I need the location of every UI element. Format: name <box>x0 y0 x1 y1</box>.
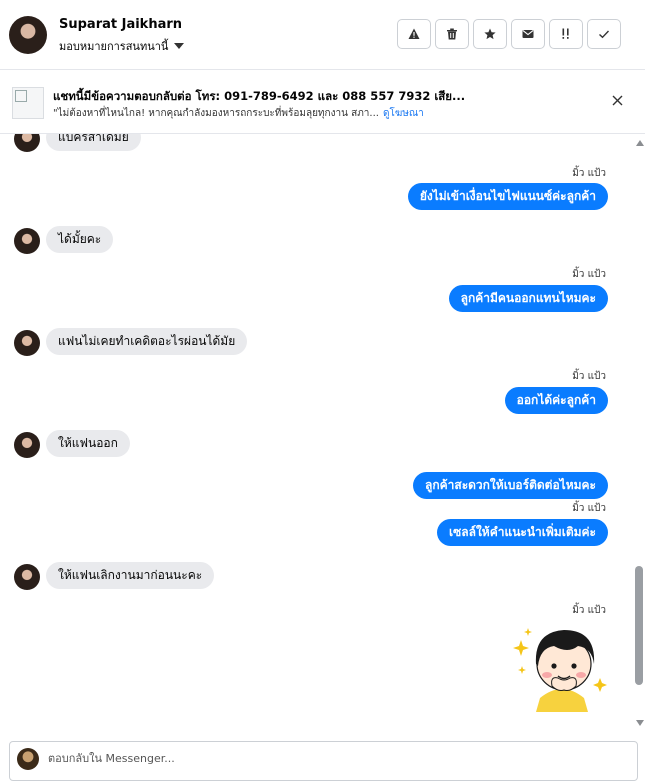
mark-unread-button[interactable] <box>511 19 545 49</box>
ad-context-banner: แชทนี้มีข้อความตอบกลับต่อ โทร: 091-789-6… <box>0 71 645 134</box>
contact-avatar[interactable] <box>9 16 47 54</box>
page-avatar <box>17 748 39 770</box>
sticker-girl-image[interactable] <box>512 620 608 712</box>
conversation-header: Suparat Jaikharn มอบหมายการสนทนานี้ <box>0 0 645 70</box>
conversation-actions <box>397 19 621 49</box>
outgoing-message[interactable]: ยังไม่เข้าเงื่อนไขไฟแนนซ์ค่ะลูกค้า <box>407 183 608 210</box>
reply-composer[interactable] <box>9 741 638 781</box>
follow-up-button[interactable] <box>549 19 583 49</box>
seen-by-label: มิ้ว แป้ว <box>572 371 606 382</box>
scroll-down-arrow-icon[interactable] <box>636 720 644 726</box>
star-icon <box>484 28 496 40</box>
ad-thumbnail[interactable] <box>12 87 44 119</box>
delete-button[interactable] <box>435 19 469 49</box>
ad-subtitle: "ไม่ต้องหาที่ไหนไกล! หากคุณกำลังมองหารถก… <box>53 106 424 121</box>
contact-avatar-small <box>14 564 40 590</box>
mark-spam-button[interactable] <box>397 19 431 49</box>
incoming-message[interactable]: ได้มั้ยคะ <box>46 226 114 253</box>
outgoing-message[interactable]: ลูกค้าสะดวกให้เบอร์ติดต่อไหมคะ <box>412 472 608 499</box>
close-icon[interactable] <box>611 94 624 107</box>
seen-by-label: มิ้ว แป้ว <box>572 503 606 514</box>
reply-input[interactable] <box>48 752 608 765</box>
contact-avatar-small <box>14 330 40 356</box>
contact-avatar-small <box>14 432 40 458</box>
outgoing-message[interactable]: เซลล์ให้คำแนะนำเพิ่มเติมค่ะ <box>436 519 608 546</box>
trash-icon <box>447 28 457 40</box>
assign-conversation-dropdown[interactable]: มอบหมายการสนทนานี้ <box>59 37 185 55</box>
outgoing-message[interactable]: ลูกค้ามีคนออกแทนไหมคะ <box>448 285 608 312</box>
incoming-message[interactable]: ให้แฟนออก <box>46 430 130 457</box>
incoming-message[interactable]: ให้แฟนเลิกงานมาก่อนนะคะ <box>46 562 215 589</box>
contact-avatar-small <box>14 228 40 254</box>
contact-avatar-small <box>14 134 40 152</box>
seen-by-label: มิ้ว แป้ว <box>572 269 606 280</box>
mail-icon <box>522 30 534 38</box>
view-ad-link[interactable]: ดูโฆษณา <box>383 108 424 119</box>
contact-name[interactable]: Suparat Jaikharn <box>59 17 182 32</box>
seen-by-label: มิ้ว แป้ว <box>572 605 606 616</box>
incoming-message[interactable]: แบครสาเดมย <box>46 134 141 151</box>
scrollbar-thumb[interactable] <box>635 566 643 685</box>
check-icon <box>599 30 610 39</box>
incoming-message[interactable]: แฟนไม่เคยทำเคดิตอะไรผ่อนได้มัย <box>46 328 248 355</box>
ad-subtitle-text: "ไม่ต้องหาที่ไหนไกล! หากคุณกำลังมองหารถก… <box>53 108 379 119</box>
follow-up-icon <box>562 28 569 39</box>
star-button[interactable] <box>473 19 507 49</box>
warning-icon <box>408 28 420 39</box>
mark-done-button[interactable] <box>587 19 621 49</box>
outgoing-message[interactable]: ออกได้ค่ะลูกค้า <box>504 387 608 414</box>
scroll-up-arrow-icon[interactable] <box>636 140 644 146</box>
seen-by-label: มิ้ว แป้ว <box>572 168 606 179</box>
assign-label: มอบหมายการสนทนานี้ <box>59 40 169 53</box>
caret-down-icon <box>174 43 185 49</box>
ad-title: แชทนี้มีข้อความตอบกลับต่อ โทร: 091-789-6… <box>53 89 466 103</box>
